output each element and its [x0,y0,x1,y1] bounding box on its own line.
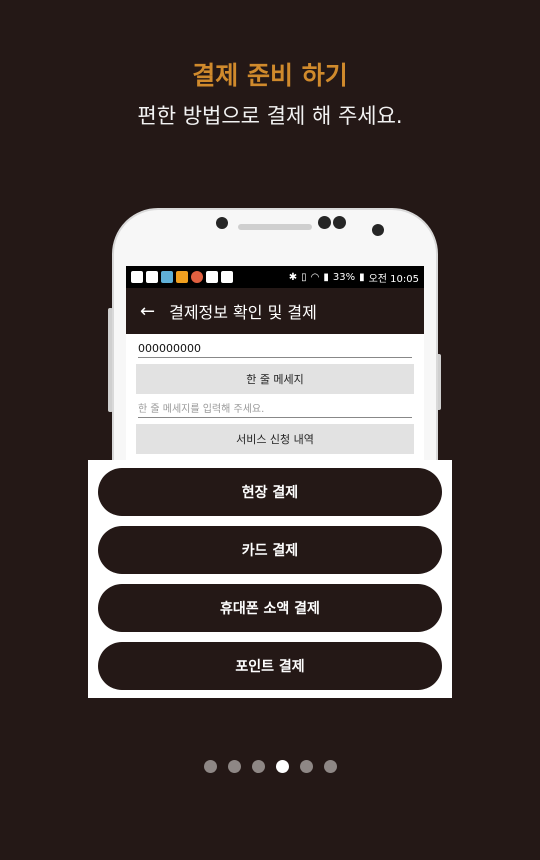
phone-camera [216,217,228,229]
onsite-payment-button[interactable]: 현장 결제 [98,468,442,516]
page-subtitle: 편한 방법으로 결제 해 주세요. [137,104,403,128]
chat-icon [146,271,158,283]
mobile-payment-button[interactable]: 휴대폰 소액 결제 [98,584,442,632]
app-icon [161,271,173,283]
signal-icon: ▮ [323,271,329,283]
phone-screen: ✱ ▯ ◠ ▮ 33% ▮ 오전 10:05 ← 결제정보 확인 및 결제 00… [126,266,424,466]
status-bar: ✱ ▯ ◠ ▮ 33% ▮ 오전 10:05 [126,266,424,288]
card-payment-button[interactable]: 카드 결제 [98,526,442,574]
page-dot[interactable] [227,760,241,773]
vibrate-icon: ▯ [301,271,307,283]
app-bar-title: 결제정보 확인 및 결제 [169,303,317,322]
page-dot[interactable] [323,760,337,773]
app-icon [191,271,203,283]
service-history-button[interactable]: 서비스 신청 내역 [136,424,414,454]
phone-camera [318,216,331,229]
message-icon [131,271,143,283]
app-icon [176,271,188,283]
page-dot[interactable] [203,760,217,773]
battery-icon: ▮ [359,271,365,283]
notification-icons [131,271,233,283]
app-bar: ← 결제정보 확인 및 결제 [126,288,424,334]
clock: 오전 10:05 [368,273,419,285]
system-icons: ✱ ▯ ◠ ▮ 33% ▮ 오전 10:05 [289,270,419,285]
arrow-left-icon[interactable]: ← [140,301,155,322]
message-input[interactable]: 한 줄 메세지를 입력해 주세요. [138,400,412,418]
phone-sensor [372,224,384,236]
message-button[interactable]: 한 줄 메세지 [136,364,414,394]
battery-level: 33% [332,271,356,283]
phone-camera [333,216,346,229]
camera-icon [206,271,218,283]
bluetooth-icon: ✱ [288,271,298,283]
camera-icon [221,271,233,283]
payment-options-panel: 현장 결제 카드 결제 휴대폰 소액 결제 포인트 결제 [88,460,452,698]
phone-number-field[interactable]: 000000000 [138,342,412,358]
page-dot-active[interactable] [275,760,289,773]
page-title: 결제 준비 하기 [192,61,348,90]
pagination-dots [0,760,540,773]
phone-speaker [238,224,312,230]
wifi-icon: ◠ [310,271,320,283]
page-dot[interactable] [299,760,313,773]
page-dot[interactable] [251,760,265,773]
point-payment-button[interactable]: 포인트 결제 [98,642,442,690]
